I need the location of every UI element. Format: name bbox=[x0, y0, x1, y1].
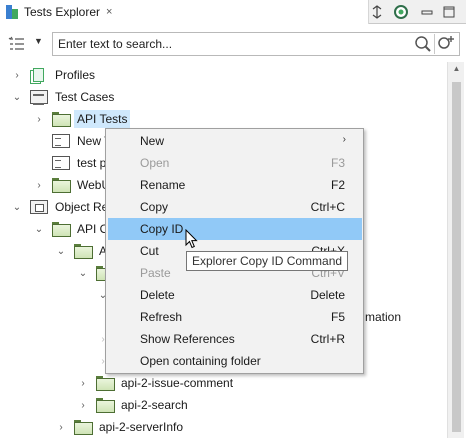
tooltip: Explorer Copy ID Command bbox=[186, 251, 349, 271]
menu-item-label: New bbox=[140, 134, 165, 148]
tree-item-api-tests[interactable]: › API Tests bbox=[32, 108, 131, 130]
menu-item-shortcut: F2 bbox=[330, 178, 345, 192]
menu-item-open: Open F3 bbox=[108, 152, 362, 174]
test-cases-icon bbox=[30, 90, 48, 105]
menu-item-shortcut: Delete bbox=[310, 288, 345, 302]
chevron-down-icon[interactable]: ⌄ bbox=[32, 222, 46, 236]
tree-item-object-repository[interactable]: ⌄ Object Re bbox=[10, 196, 111, 218]
tree-item-label: mation bbox=[365, 310, 402, 324]
tree-item-profiles[interactable]: › Profiles bbox=[10, 64, 98, 86]
menu-item-label: Rename bbox=[140, 178, 186, 192]
search-input[interactable] bbox=[52, 32, 460, 56]
chevron-right-icon[interactable]: › bbox=[32, 178, 46, 192]
view-tab-bar: Tests Explorer × bbox=[0, 0, 466, 24]
tree-item-label: api-2-issue-comment bbox=[121, 376, 234, 390]
tree-item-label: Object Re bbox=[55, 200, 109, 214]
chevron-down-icon[interactable]: ⌄ bbox=[10, 90, 24, 104]
tree-item-test-cases[interactable]: ⌄ Test Cases bbox=[10, 86, 117, 108]
mouse-cursor-icon bbox=[185, 229, 198, 249]
menu-item-rename[interactable]: Rename F2 bbox=[108, 174, 362, 196]
menu-item-label: Delete bbox=[140, 288, 175, 302]
menu-item-label: Show References bbox=[140, 332, 235, 346]
minimize-icon[interactable] bbox=[418, 3, 436, 21]
link-with-editor-icon[interactable] bbox=[392, 3, 410, 21]
menu-item-new[interactable]: New › bbox=[108, 130, 362, 152]
vertical-scrollbar[interactable]: ▲ bbox=[447, 62, 464, 438]
chevron-down-icon[interactable]: ⌄ bbox=[76, 266, 90, 280]
search-icon[interactable] bbox=[414, 35, 432, 53]
chevron-right-icon[interactable]: › bbox=[32, 112, 46, 126]
menu-item-label: Refresh bbox=[140, 310, 183, 324]
folder-icon bbox=[52, 178, 71, 193]
menu-item-copy[interactable]: Copy Ctrl+C bbox=[108, 196, 362, 218]
menu-item-label: Open containing folder bbox=[140, 354, 261, 368]
tree-item-api-objects[interactable]: ⌄ API O bbox=[32, 218, 112, 240]
test-case-icon bbox=[52, 156, 70, 170]
menu-item-open-containing-folder[interactable]: Open containing folder bbox=[108, 350, 362, 372]
folder-icon bbox=[52, 222, 71, 237]
tree-item-label: api-2-search bbox=[121, 398, 188, 412]
folder-icon bbox=[96, 398, 115, 413]
filter-icon[interactable] bbox=[8, 35, 26, 53]
object-repository-icon bbox=[30, 200, 48, 214]
menu-item-shortcut: F5 bbox=[330, 310, 345, 324]
folder-icon bbox=[96, 376, 115, 391]
maximize-icon[interactable] bbox=[440, 3, 458, 21]
chevron-down-icon[interactable]: ▼ bbox=[34, 36, 43, 46]
menu-item-label: Copy bbox=[140, 200, 169, 214]
chevron-down-icon[interactable]: ⌄ bbox=[54, 244, 68, 258]
chevron-right-icon[interactable]: › bbox=[54, 420, 68, 434]
profiles-icon bbox=[30, 68, 48, 84]
tree-item-label: API Tests bbox=[74, 110, 131, 128]
menu-item-label: Open bbox=[140, 156, 170, 170]
submenu-arrow-icon: › bbox=[342, 134, 346, 145]
search-divider bbox=[434, 34, 435, 54]
menu-item-shortcut: F3 bbox=[330, 156, 345, 170]
menu-item-shortcut: Ctrl+C bbox=[310, 200, 345, 214]
tree-item-label: Profiles bbox=[55, 68, 96, 82]
search-bar: ▼ bbox=[0, 30, 466, 58]
tree-item-api-2-issue-comment[interactable]: › api-2-issue-comment bbox=[76, 372, 236, 394]
test-case-icon bbox=[52, 134, 70, 148]
advanced-search-icon[interactable] bbox=[437, 35, 455, 53]
menu-item-label: Paste bbox=[140, 266, 171, 280]
scrollbar-thumb[interactable] bbox=[452, 82, 461, 432]
tree-item-mation[interactable]: mation bbox=[362, 306, 404, 328]
menu-item-show-references[interactable]: Show References Ctrl+R bbox=[108, 328, 362, 350]
chevron-right-icon[interactable]: › bbox=[10, 68, 24, 82]
menu-item-label: Cut bbox=[140, 244, 159, 258]
folder-icon bbox=[52, 112, 71, 127]
tree-item-api-2-search[interactable]: › api-2-search bbox=[76, 394, 191, 416]
menu-item-copy-id[interactable]: Copy ID bbox=[108, 218, 362, 240]
tree-item-a[interactable]: ⌄ A bbox=[54, 240, 110, 262]
tree-item-test-p[interactable]: test p bbox=[52, 152, 109, 174]
tree-item-webui[interactable]: › WebU bbox=[32, 174, 113, 196]
scroll-up-icon[interactable]: ▲ bbox=[448, 64, 465, 76]
tests-explorer-icon bbox=[6, 5, 18, 19]
chevron-right-icon[interactable]: › bbox=[76, 376, 90, 390]
menu-item-shortcut: Ctrl+R bbox=[310, 332, 345, 346]
menu-item-delete[interactable]: Delete Delete bbox=[108, 284, 362, 306]
collapse-all-icon[interactable] bbox=[368, 3, 386, 21]
tree-item-label: Test Cases bbox=[55, 90, 115, 104]
tab-title: Tests Explorer bbox=[24, 5, 101, 19]
close-icon[interactable]: × bbox=[106, 6, 112, 18]
menu-item-refresh[interactable]: Refresh F5 bbox=[108, 306, 362, 328]
tree-item-label: api-2-serverInfo bbox=[99, 420, 184, 434]
chevron-down-icon[interactable]: ⌄ bbox=[10, 200, 24, 214]
folder-icon bbox=[74, 244, 93, 259]
tree-item-api-2-serverinfo[interactable]: › api-2-serverInfo bbox=[54, 416, 186, 438]
tests-explorer-tab[interactable]: Tests Explorer × bbox=[0, 0, 369, 24]
menu-item-label: Copy ID bbox=[140, 222, 184, 236]
folder-icon bbox=[74, 420, 93, 435]
chevron-right-icon[interactable]: › bbox=[76, 398, 90, 412]
